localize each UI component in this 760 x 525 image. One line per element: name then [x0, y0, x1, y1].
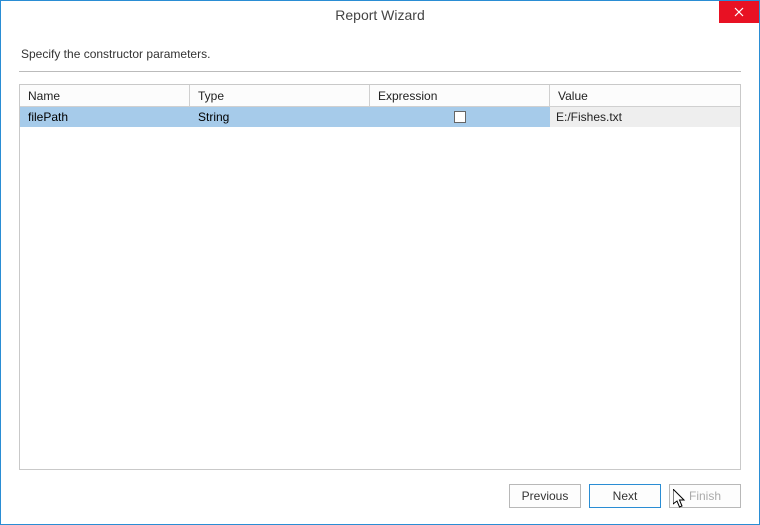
column-header-value[interactable]: Value — [550, 85, 740, 106]
instruction-text: Specify the constructor parameters. — [19, 39, 741, 71]
column-header-name[interactable]: Name — [20, 85, 190, 106]
close-icon — [734, 7, 744, 17]
value-input[interactable] — [550, 107, 740, 127]
column-header-expression[interactable]: Expression — [370, 85, 550, 106]
expression-checkbox[interactable] — [454, 111, 466, 123]
cell-expression — [370, 107, 550, 127]
parameters-table: Name Type Expression Value filePath Stri… — [19, 84, 741, 470]
column-header-type[interactable]: Type — [190, 85, 370, 106]
cell-name: filePath — [20, 107, 190, 127]
window-title: Report Wizard — [335, 7, 424, 23]
table-row[interactable]: filePath String — [20, 107, 740, 127]
table-header: Name Type Expression Value — [20, 85, 740, 107]
wizard-window: Report Wizard Specify the constructor pa… — [0, 0, 760, 525]
titlebar: Report Wizard — [1, 1, 759, 29]
table-body: filePath String — [20, 107, 740, 469]
cell-value — [550, 107, 740, 127]
next-button[interactable]: Next — [589, 484, 661, 508]
previous-button[interactable]: Previous — [509, 484, 581, 508]
finish-button: Finish — [669, 484, 741, 508]
content-area: Specify the constructor parameters. Name… — [1, 29, 759, 524]
separator — [19, 71, 741, 72]
wizard-footer: Previous Next Finish — [19, 470, 741, 510]
cell-type: String — [190, 107, 370, 127]
close-button[interactable] — [719, 1, 759, 23]
